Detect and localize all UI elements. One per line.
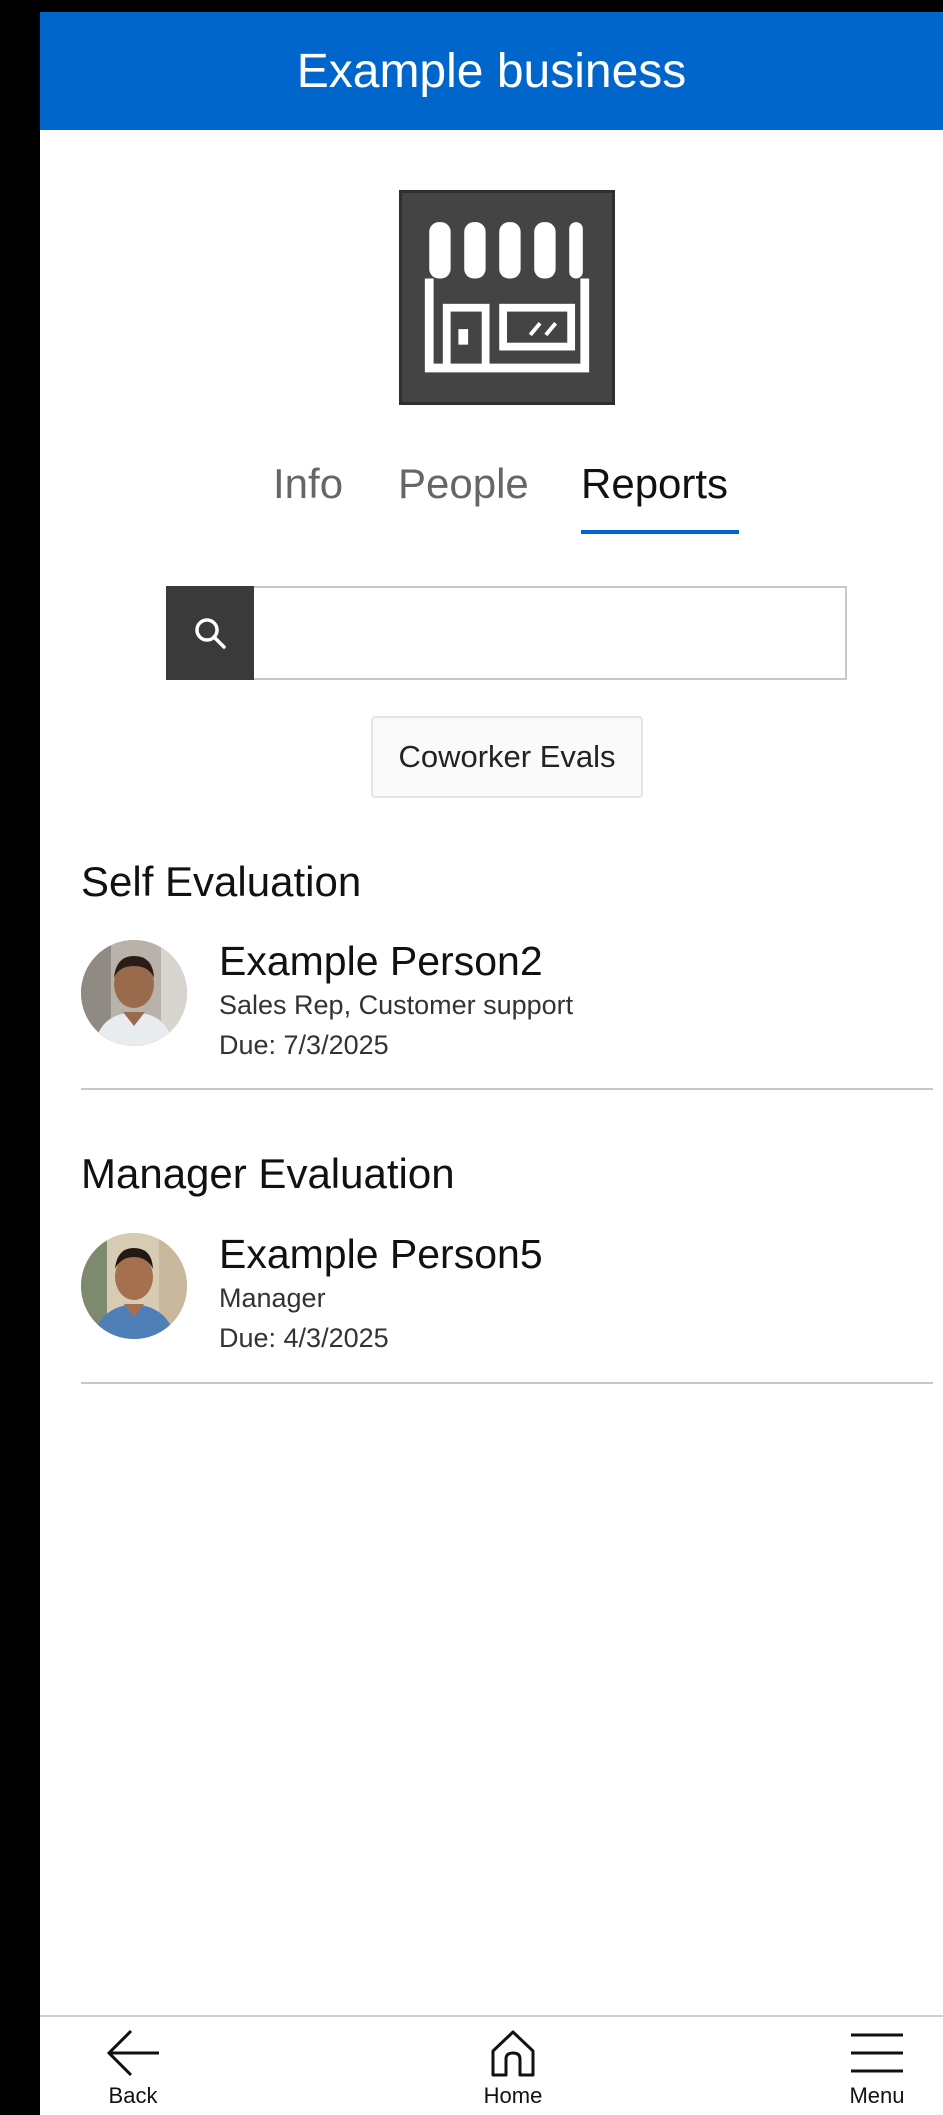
list-item-person[interactable]: Example Person5 Manager Due: 4/3/2025 [81, 1231, 921, 1361]
search-button[interactable] [166, 586, 254, 680]
tab-people[interactable]: People [398, 460, 529, 508]
nav-menu-button[interactable]: Menu [807, 2025, 943, 2115]
business-logo [399, 190, 615, 405]
nav-back-label: Back [108, 2083, 158, 2108]
search-input[interactable] [256, 588, 845, 678]
hamburger-menu-icon [851, 2033, 903, 2073]
page-title: Example business [296, 44, 687, 98]
bottom-navigation: Back Home Menu [40, 2015, 943, 2115]
back-arrow-icon [106, 2029, 159, 2077]
search-icon [195, 618, 226, 649]
tab-info[interactable]: Info [273, 460, 343, 508]
person-role: Manager [219, 1283, 326, 1313]
coworker-evals-button[interactable]: Coworker Evals [371, 716, 643, 798]
app-header: Example business [40, 12, 943, 130]
app-screen: Example business Info People Reports Cow… [40, 0, 943, 2115]
tab-reports[interactable]: Reports [581, 460, 728, 508]
due-date: Due: 4/3/2025 [219, 1323, 389, 1353]
nav-home-label: Home [483, 2083, 543, 2108]
avatar [81, 1233, 187, 1339]
due-date: Due: 7/3/2025 [219, 1030, 389, 1060]
tab-bar: Info People Reports [40, 460, 943, 540]
divider [81, 1088, 933, 1090]
person-role: Sales Rep, Customer support [219, 990, 574, 1020]
person-name: Example Person2 [219, 938, 543, 984]
storefront-icon [424, 222, 590, 373]
nav-back-button[interactable]: Back [63, 2025, 203, 2115]
home-icon [491, 2030, 535, 2077]
avatar [81, 940, 187, 1046]
search-bar [166, 586, 847, 680]
nav-menu-label: Menu [849, 2083, 905, 2108]
section-title-manager-evaluation: Manager Evaluation [81, 1150, 455, 1197]
nav-home-button[interactable]: Home [443, 2025, 583, 2115]
list-item-person[interactable]: Example Person2 Sales Rep, Customer supp… [81, 938, 921, 1068]
person-name: Example Person5 [219, 1231, 543, 1277]
status-bar [40, 0, 943, 12]
divider [81, 1382, 933, 1384]
active-tab-indicator [581, 530, 739, 534]
section-title-self-evaluation: Self Evaluation [81, 858, 362, 905]
